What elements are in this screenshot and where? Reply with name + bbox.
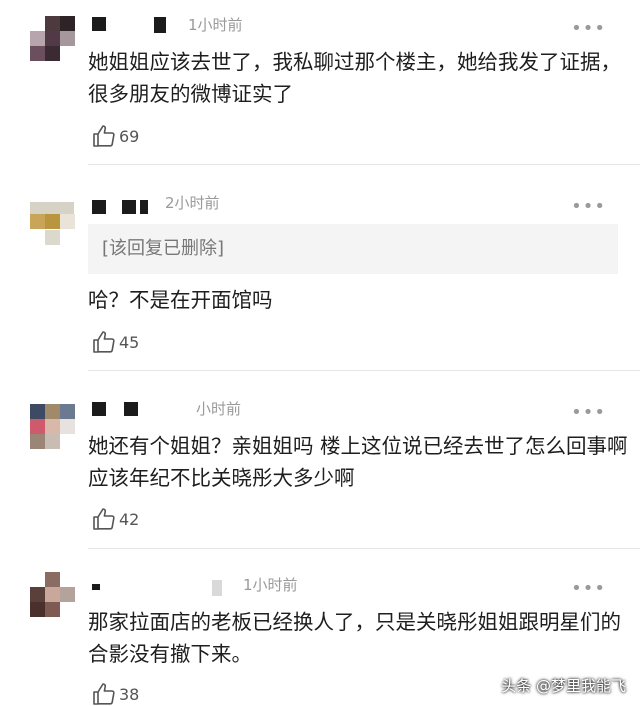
avatar[interactable] xyxy=(30,572,75,617)
like-button[interactable]: 42 xyxy=(92,507,139,531)
divider xyxy=(88,548,640,549)
thumbs-up-icon xyxy=(93,125,115,147)
like-button[interactable]: 38 xyxy=(92,682,139,706)
divider xyxy=(88,164,640,165)
thumbs-up-icon xyxy=(93,683,115,705)
username[interactable] xyxy=(92,17,182,33)
comment-text: 哈？不是在开面馆吗 xyxy=(88,288,273,312)
watermark: 头条 @梦里我能飞 xyxy=(501,677,626,695)
more-options-icon[interactable]: ••• xyxy=(571,580,606,598)
like-count: 42 xyxy=(119,509,140,529)
more-options-icon[interactable]: ••• xyxy=(571,198,606,216)
like-count: 38 xyxy=(119,684,140,704)
like-button[interactable]: 45 xyxy=(92,330,139,354)
comment-text: 她姐姐应该去世了，我私聊过那个楼主，她给我发了证据，很多朋友的微博证实了 xyxy=(88,50,621,106)
timestamp: 1小时前 xyxy=(188,16,243,34)
username[interactable] xyxy=(92,200,162,216)
thumbs-up-icon xyxy=(93,331,115,353)
like-count: 45 xyxy=(119,332,140,352)
like-count: 69 xyxy=(119,126,140,146)
timestamp: 2小时前 xyxy=(165,194,220,212)
comment-text: 她还有个姐姐？亲姐姐吗 楼上这位说已经去世了怎么回事啊 应该年纪不比关晓彤大多少… xyxy=(88,434,628,490)
username[interactable] xyxy=(92,580,242,596)
username[interactable] xyxy=(92,402,152,418)
comment-text: 那家拉面店的老板已经换人了，只是关晓彤姐姐跟明星们的合影没有撤下来。 xyxy=(88,610,621,666)
like-button[interactable]: 69 xyxy=(92,124,139,148)
more-options-icon[interactable]: ••• xyxy=(571,20,606,38)
timestamp: 1小时前 xyxy=(243,576,298,594)
deleted-reply-quote: [该回复已删除] xyxy=(88,224,618,274)
avatar[interactable] xyxy=(30,16,75,61)
thumbs-up-icon xyxy=(93,508,115,530)
avatar[interactable] xyxy=(30,404,75,449)
avatar[interactable] xyxy=(30,202,75,246)
divider xyxy=(88,370,640,371)
more-options-icon[interactable]: ••• xyxy=(571,404,606,422)
timestamp: 小时前 xyxy=(196,400,242,418)
